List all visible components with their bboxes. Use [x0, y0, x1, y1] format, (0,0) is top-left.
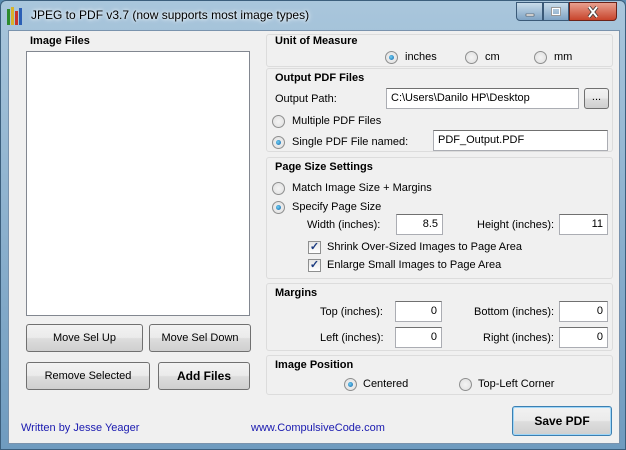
minimize-button[interactable] — [516, 2, 543, 21]
image-files-list[interactable] — [26, 51, 250, 316]
image-files-group: Image Files Move Sel Up Move Sel Down Re… — [17, 35, 257, 401]
single-pdf-name-input[interactable]: PDF_Output.PDF — [433, 130, 608, 151]
unit-inches-radio[interactable] — [385, 51, 398, 64]
unit-cm-radio[interactable] — [465, 51, 478, 64]
window-title: JPEG to PDF v3.7 (now supports most imag… — [31, 8, 310, 22]
shrink-images-checkbox[interactable]: ✓ — [308, 241, 321, 254]
centered-label: Centered — [363, 378, 409, 390]
unit-mm-radio[interactable] — [534, 51, 547, 64]
right-margin-label: Right (inches): — [483, 332, 554, 344]
margins-title: Margins — [273, 287, 320, 299]
app-window: JPEG to PDF v3.7 (now supports most imag… — [0, 0, 626, 450]
top-margin-input[interactable]: 0 — [395, 301, 442, 322]
height-label: Height (inches): — [477, 219, 555, 231]
width-label: Width (inches): — [307, 219, 381, 231]
main-panel: Image Files Move Sel Up Move Sel Down Re… — [8, 30, 620, 444]
enlarge-images-checkbox[interactable]: ✓ — [308, 259, 321, 272]
height-input[interactable]: 11 — [559, 214, 608, 235]
close-icon — [587, 5, 599, 19]
top-left-corner-label: Top-Left Corner — [478, 378, 555, 390]
single-pdf-label: Single PDF File named: — [292, 136, 409, 148]
single-pdf-radio[interactable] — [272, 136, 285, 149]
shrink-images-label: Shrink Over-Sized Images to Page Area — [327, 241, 523, 253]
image-files-title: Image Files — [30, 35, 90, 47]
specify-page-size-label: Specify Page Size — [292, 201, 382, 213]
browse-button[interactable]: ... — [584, 88, 609, 109]
minimize-icon — [525, 13, 534, 17]
centered-radio[interactable] — [344, 378, 357, 391]
top-left-corner-radio[interactable] — [459, 378, 472, 391]
unit-inches-label: inches — [405, 51, 437, 63]
left-margin-input[interactable]: 0 — [395, 327, 442, 348]
title-bar[interactable]: JPEG to PDF v3.7 (now supports most imag… — [1, 1, 625, 30]
author-link[interactable]: Written by Jesse Yeager — [21, 422, 139, 434]
top-margin-label: Top (inches): — [320, 306, 383, 318]
maximize-button[interactable] — [543, 2, 569, 21]
image-position-group: Image Position Centered Top-Left Corner — [266, 355, 613, 395]
move-sel-up-button[interactable]: Move Sel Up — [26, 324, 143, 352]
enlarge-images-label: Enlarge Small Images to Page Area — [327, 259, 502, 271]
output-path-input[interactable]: C:\Users\Danilo HP\Desktop — [386, 88, 579, 109]
unit-of-measure-group: Unit of Measure inches cm mm — [266, 34, 613, 67]
output-pdf-title: Output PDF Files — [273, 72, 367, 84]
unit-cm-label: cm — [485, 51, 500, 63]
page-size-group: Page Size Settings Match Image Size + Ma… — [266, 157, 613, 279]
add-files-button[interactable]: Add Files — [158, 362, 250, 390]
specify-page-size-radio[interactable] — [272, 201, 285, 214]
width-input[interactable]: 8.5 — [396, 214, 443, 235]
close-button[interactable] — [569, 2, 617, 21]
multiple-pdf-radio[interactable] — [272, 115, 285, 128]
match-image-size-label: Match Image Size + Margins — [292, 182, 432, 194]
output-path-label: Output Path: — [275, 93, 337, 105]
maximize-icon — [551, 7, 561, 16]
bottom-margin-label: Bottom (inches): — [474, 306, 555, 318]
app-icon — [7, 7, 25, 25]
website-link[interactable]: www.CompulsiveCode.com — [251, 422, 385, 434]
margins-group: Margins Top (inches): 0 Bottom (inches):… — [266, 283, 613, 351]
left-margin-label: Left (inches): — [320, 332, 384, 344]
page-size-title: Page Size Settings — [273, 161, 375, 173]
multiple-pdf-label: Multiple PDF Files — [292, 115, 382, 127]
image-position-title: Image Position — [273, 359, 356, 371]
move-sel-down-button[interactable]: Move Sel Down — [149, 324, 251, 352]
output-pdf-group: Output PDF Files Output Path: C:\Users\D… — [266, 68, 613, 152]
bottom-margin-input[interactable]: 0 — [559, 301, 608, 322]
save-pdf-button[interactable]: Save PDF — [512, 406, 612, 436]
unit-of-measure-title: Unit of Measure — [273, 35, 360, 47]
unit-mm-label: mm — [554, 51, 573, 63]
match-image-size-radio[interactable] — [272, 182, 285, 195]
remove-selected-button[interactable]: Remove Selected — [26, 362, 150, 390]
right-margin-input[interactable]: 0 — [559, 327, 608, 348]
